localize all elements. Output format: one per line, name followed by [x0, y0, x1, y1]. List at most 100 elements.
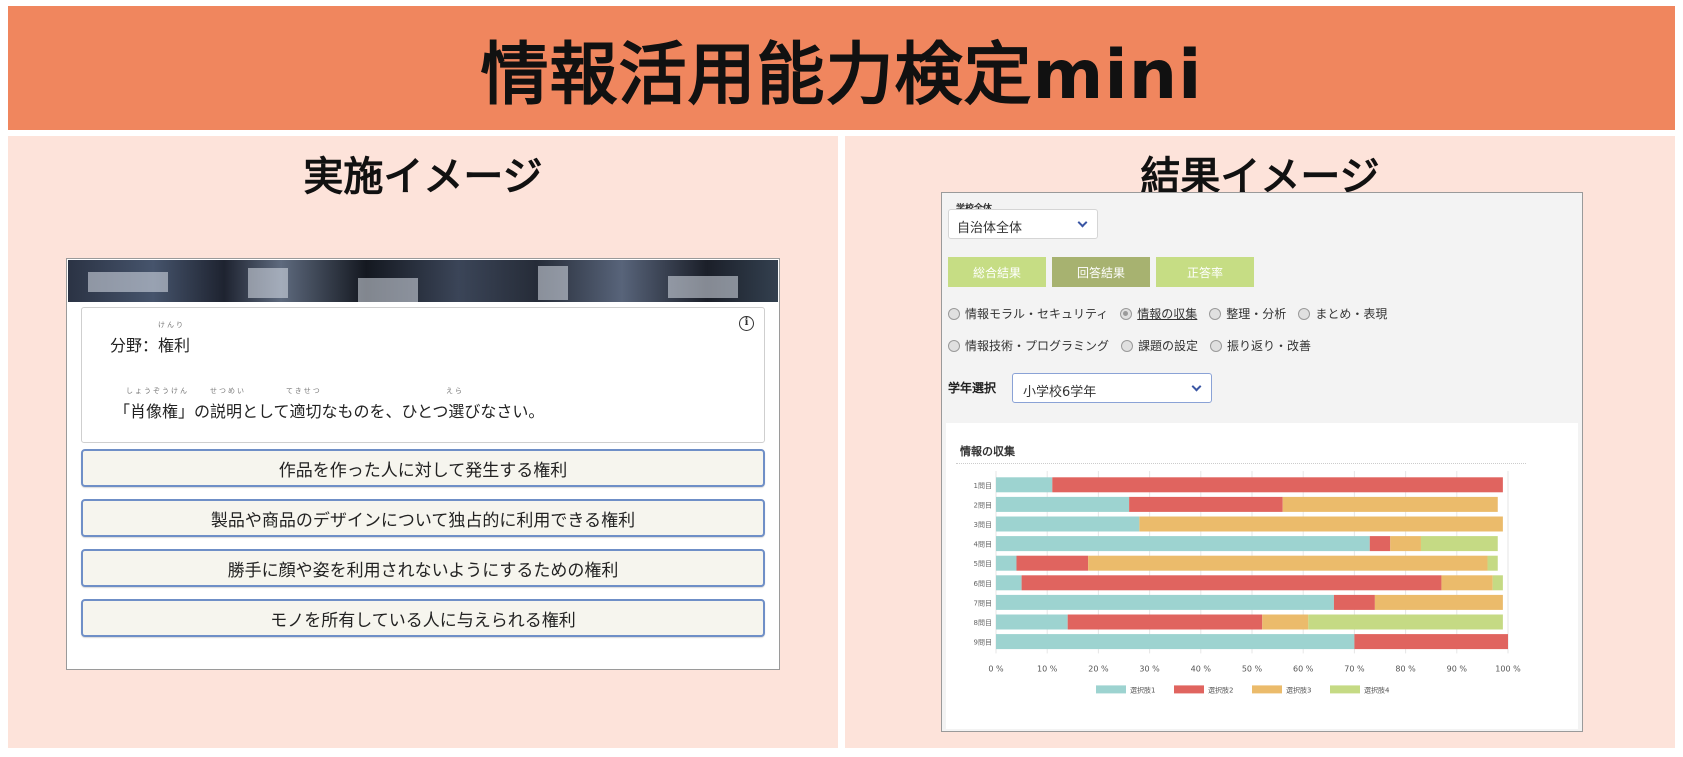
bar-segment [1088, 555, 1488, 571]
implementation-panel: 実施イメージ i けんり 分野：権利 しょうぞうけん せつめい てきせつ えら … [8, 136, 838, 748]
radio-icon [948, 307, 960, 320]
category-option[interactable]: まとめ・表現 [1298, 305, 1387, 322]
ruby: けんり [158, 321, 185, 329]
result-panel: 結果イメージ 学校全体 自治体全体 総合結果 回答結果 正答率 情報モラル・セキ… [845, 136, 1675, 748]
grade-label: 学年選択 [948, 381, 997, 395]
bar-segment [996, 516, 1140, 532]
x-tick-label: 40 % [1191, 664, 1212, 673]
category-option[interactable]: 振り返り・改善 [1210, 337, 1311, 354]
radio-icon [1121, 339, 1134, 352]
question-text: 「肖像権」の説明として適切なものを、ひとつ選びなさい。 [114, 402, 545, 421]
bar-segment [1021, 575, 1442, 591]
bar-segment [1492, 575, 1503, 591]
bar-segment [996, 594, 1334, 610]
legend-swatch [1174, 685, 1204, 694]
category-label: 振り返り・改善 [1227, 339, 1312, 353]
ruby: てきせつ [286, 387, 322, 395]
scope-value: 自治体全体 [957, 221, 1023, 236]
choice-2[interactable]: 製品や商品のデザインについて独占的に利用できる権利 [81, 499, 765, 537]
radio-icon [948, 339, 960, 352]
ruby: せつめい [210, 387, 246, 395]
category-label: まとめ・表現 [1315, 307, 1388, 321]
chevron-down-icon [1077, 217, 1088, 228]
legend-label: 選択肢4 [1364, 685, 1390, 694]
bar-segment [1374, 594, 1503, 610]
tab-overall[interactable]: 総合結果 [948, 257, 1046, 287]
bar-segment [1282, 496, 1498, 512]
x-tick-label: 10 % [1037, 664, 1058, 673]
tab-accuracy[interactable]: 正答率 [1156, 257, 1254, 287]
radio-icon [1210, 339, 1223, 352]
result-dashboard: 学校全体 自治体全体 総合結果 回答結果 正答率 情報モラル・セキュリティ 情報… [941, 192, 1583, 732]
bar-segment [1420, 536, 1498, 552]
category-label: 情報技術・プログラミング [965, 339, 1110, 353]
bar-segment [1333, 594, 1375, 610]
scope-select[interactable]: 自治体全体 [948, 209, 1098, 239]
y-tick-label: 8問目 [974, 619, 992, 627]
grade-select[interactable]: 小学校6学年 [1012, 373, 1212, 403]
question-box: i けんり 分野：権利 しょうぞうけん せつめい てきせつ えら 「肖像権」の説… [81, 307, 765, 443]
bar-segment [1139, 516, 1503, 532]
x-tick-label: 60 % [1293, 664, 1314, 673]
bar-segment [996, 634, 1355, 650]
radio-icon [1298, 307, 1311, 320]
y-tick-label: 5問目 [974, 560, 992, 568]
x-tick-label: 30 % [1139, 664, 1160, 673]
bar-segment [1308, 614, 1503, 630]
y-tick-label: 4問目 [974, 541, 992, 549]
legend-label: 選択肢2 [1208, 685, 1233, 694]
x-tick-label: 20 % [1088, 664, 1109, 673]
choice-1[interactable]: 作品を作った人に対して発生する権利 [81, 449, 765, 487]
x-tick-label: 100 % [1495, 664, 1521, 673]
legend-label: 選択肢3 [1286, 685, 1311, 694]
bar-segment [1016, 555, 1089, 571]
bar-segment [1487, 555, 1498, 571]
x-tick-label: 0 % [988, 664, 1004, 673]
category-label: 整理・分析 [1226, 307, 1287, 321]
bar-segment [1052, 477, 1503, 493]
legend-swatch [1096, 685, 1126, 694]
header-banner: 情報活用能力検定mini [8, 6, 1675, 130]
bar-segment [996, 575, 1022, 591]
choice-3[interactable]: 勝手に顔や姿を利用されないようにするための権利 [81, 549, 765, 587]
ruby: しょうぞうけん [126, 387, 189, 395]
bar-segment [996, 477, 1053, 493]
implementation-title: 実施イメージ [303, 154, 543, 200]
chevron-down-icon [1191, 381, 1202, 392]
x-tick-label: 50 % [1242, 664, 1263, 673]
category-label: 情報モラル・セキュリティ [965, 307, 1109, 321]
tab-answers[interactable]: 回答結果 [1052, 257, 1150, 287]
bar-segment [996, 496, 1130, 512]
bar-segment [996, 536, 1370, 552]
category-row-1: 情報モラル・セキュリティ 情報の収集 整理・分析 まとめ・表現 [948, 305, 1399, 322]
category-row-2: 情報技術・プログラミング 課題の設定 振り返り・改善 [948, 337, 1323, 354]
bar-segment [1067, 614, 1263, 630]
category-option[interactable]: 課題の設定 [1121, 337, 1198, 354]
bar-segment [1354, 634, 1508, 650]
y-tick-label: 3問目 [974, 521, 992, 529]
bar-segment [1441, 575, 1493, 591]
category-option[interactable]: 情報技術・プログラミング [948, 337, 1109, 354]
legend-label: 選択肢1 [1130, 685, 1155, 694]
x-tick-label: 70 % [1344, 664, 1365, 673]
bar-segment [996, 614, 1068, 630]
category-option[interactable]: 整理・分析 [1209, 305, 1286, 322]
banner-title: 情報活用能力検定mini [480, 35, 1203, 115]
x-tick-label: 80 % [1395, 664, 1416, 673]
category-label: 課題の設定 [1138, 339, 1199, 353]
info-icon[interactable]: i [739, 316, 754, 331]
radio-checked-icon [1120, 307, 1133, 320]
category-option-selected[interactable]: 情報の収集 [1120, 305, 1197, 322]
legend-swatch [1252, 685, 1282, 694]
y-tick-label: 2問目 [974, 501, 992, 509]
category-option[interactable]: 情報モラル・セキュリティ [948, 305, 1108, 322]
radio-icon [1209, 307, 1222, 320]
choice-4[interactable]: モノを所有している人に与えられる権利 [81, 599, 765, 637]
bar-segment [1129, 496, 1283, 512]
legend-swatch [1330, 685, 1360, 694]
y-tick-label: 9問目 [974, 639, 992, 647]
ruby: えら [446, 387, 464, 395]
field-label: 分野：権利 [110, 336, 191, 355]
x-tick-label: 90 % [1447, 664, 1468, 673]
y-tick-label: 1問目 [974, 482, 992, 490]
